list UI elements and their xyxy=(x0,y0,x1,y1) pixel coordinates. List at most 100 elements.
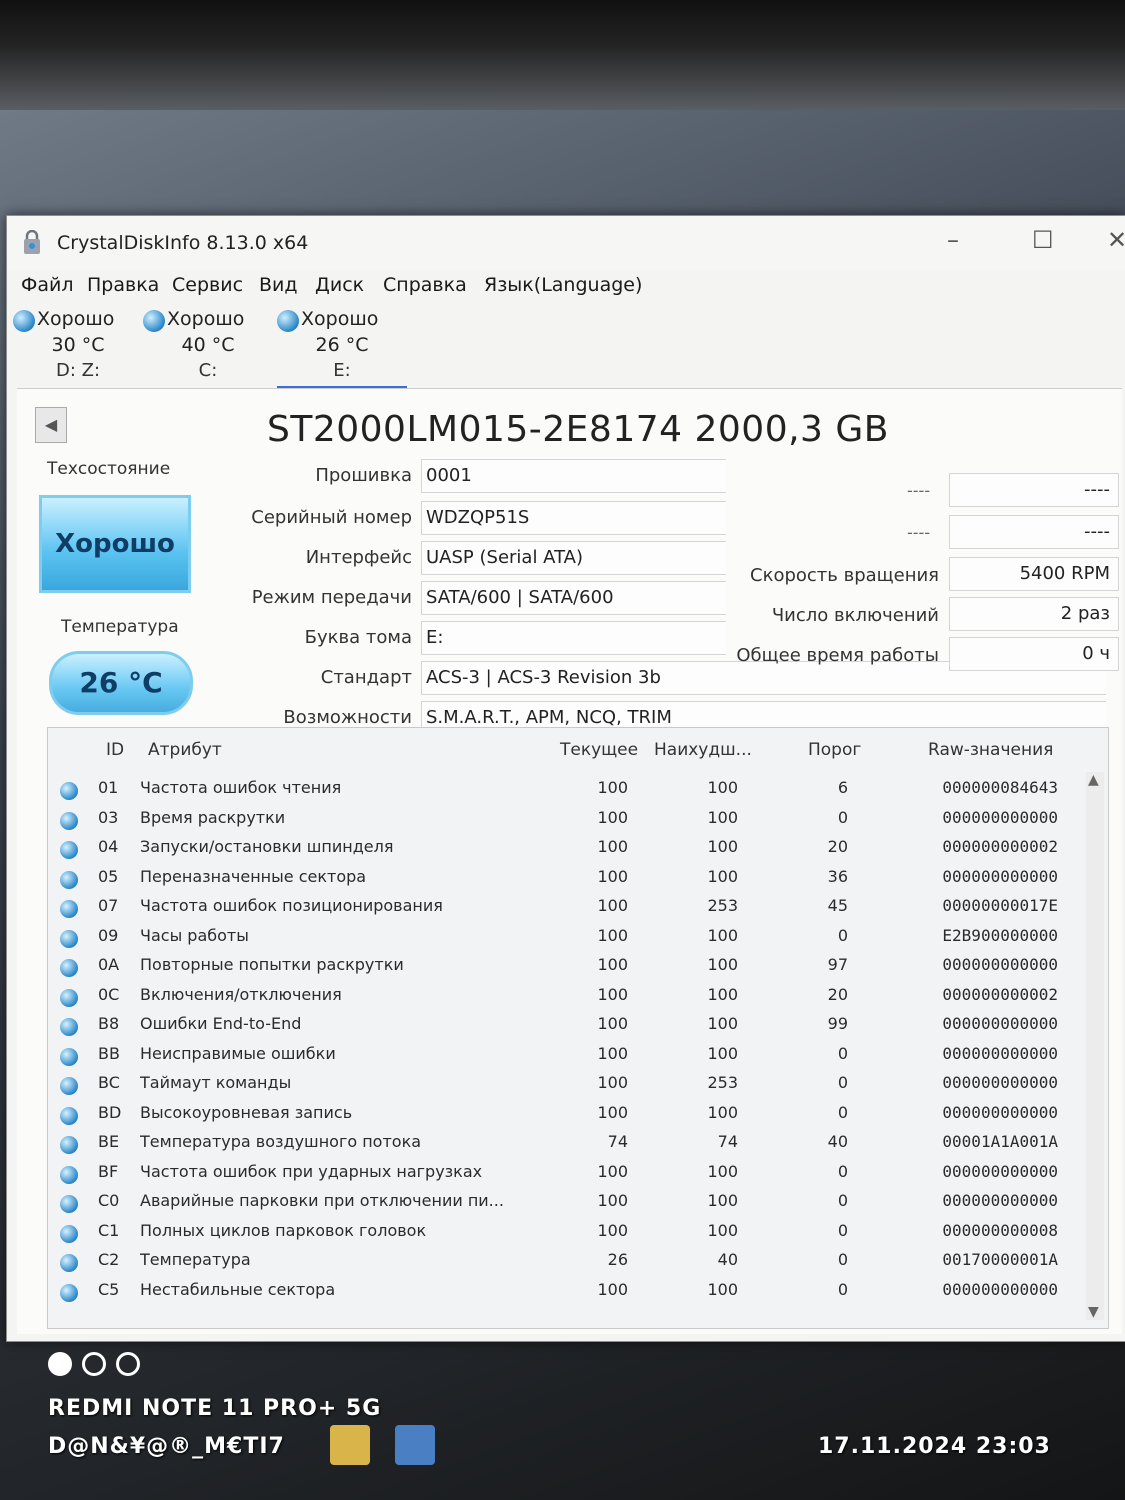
cell-cur: 100 xyxy=(597,955,628,974)
cell-worst: 100 xyxy=(707,1043,738,1063)
drive-temp: 30 °C xyxy=(51,334,105,356)
col-header-id[interactable]: ID xyxy=(106,740,124,760)
cell-attr: Температура xyxy=(140,1250,251,1269)
cell-cur: 100 xyxy=(597,984,628,1004)
drive-tab-c[interactable]: Хорошо 40 °C C: xyxy=(143,306,273,386)
table-row[interactable]: 0A Повторные попытки раскрутки 100 100 97 000… xyxy=(48,955,1108,984)
drive-status: Хорошо xyxy=(37,308,115,330)
cell-worst: 100 xyxy=(707,1014,738,1033)
table-row[interactable]: BF Частота ошибок при ударных нагрузках 10… xyxy=(48,1162,1108,1191)
drive-tab-e[interactable]: Хорошо 26 °C E: xyxy=(277,306,407,389)
table-row[interactable]: 04 Запуски/остановки шпинделя 100 100 20 0000… xyxy=(48,837,1108,866)
menu-service[interactable]: Сервис xyxy=(172,274,243,296)
col-header-threshold[interactable]: Порог xyxy=(808,740,861,760)
table-row[interactable]: C2 Температура 26 40 0 00170000001A xyxy=(48,1250,1108,1279)
cell-raw: 000000000000 xyxy=(942,1279,1058,1299)
serial-label: Серийный номер xyxy=(251,507,412,528)
cell-cur: 100 xyxy=(597,1043,628,1063)
cell-attr: Частота ошибок при ударных нагрузках xyxy=(140,1161,483,1181)
menu-edit[interactable]: Правка xyxy=(87,274,159,296)
table-row[interactable]: 01 Частота ошибок чтения 100 100 6 0000000846… xyxy=(48,778,1108,807)
serial-value: WDZQP51S xyxy=(421,501,726,535)
status-good-icon xyxy=(60,1047,78,1066)
cell-thr: 40 xyxy=(827,1132,848,1151)
table-row[interactable]: BB Неисправимые ошибки 100 100 0 000000000000 xyxy=(48,1044,1108,1073)
col-header-current[interactable]: Текущее xyxy=(560,740,638,760)
col-header-worst[interactable]: Наихудш... xyxy=(654,740,752,760)
minimize-button[interactable]: – xyxy=(947,226,959,254)
close-button[interactable]: ✕ xyxy=(1107,226,1125,254)
cell-raw: 000000000008 xyxy=(942,1220,1058,1240)
table-scrollbar[interactable]: ▲ ▼ xyxy=(1086,772,1104,1320)
cell-thr: 0 xyxy=(837,1161,848,1181)
power-on-hours-label: Общее время работы xyxy=(736,645,939,666)
cell-attr: Переназначенные сектора xyxy=(140,866,367,886)
status-good-icon xyxy=(60,1254,78,1272)
table-row[interactable]: 09 Часы работы 100 100 0 E2B900000000 xyxy=(48,926,1108,955)
drive-temp: 26 °C xyxy=(315,334,369,356)
status-good-icon xyxy=(143,310,165,332)
status-good-icon xyxy=(60,1018,78,1036)
status-good-icon xyxy=(13,310,35,332)
transfer-mode-value: SATA/600 | SATA/600 xyxy=(421,581,726,615)
table-row[interactable]: C1 Полных циклов парковок головок 100 100 0 0… xyxy=(48,1221,1108,1250)
previous-disk-button[interactable]: ◀ xyxy=(35,407,67,443)
table-row[interactable]: 03 Время раскрутки 100 100 0 000000000000 xyxy=(48,808,1108,837)
cell-cur: 100 xyxy=(597,807,628,827)
col-header-attribute[interactable]: Атрибут xyxy=(148,740,222,760)
cell-raw: 000000000000 xyxy=(942,1161,1058,1181)
col-header-raw[interactable]: Raw-значения xyxy=(928,740,1053,760)
table-row[interactable]: C0 Аварийные парковки при отключении пи..… xyxy=(48,1191,1108,1220)
menu-help[interactable]: Справка xyxy=(383,274,467,296)
menu-language[interactable]: Язык(Language) xyxy=(484,274,642,296)
folder-icon[interactable] xyxy=(330,1425,370,1465)
table-row[interactable]: 0C Включения/отключения 100 100 20 0000000000… xyxy=(48,985,1108,1014)
cell-thr: 0 xyxy=(837,1073,848,1092)
drive-status: Хорошо xyxy=(167,308,245,330)
maximize-button[interactable]: ☐ xyxy=(1032,226,1054,254)
right-top-value-2: ---- xyxy=(949,515,1119,549)
table-row[interactable]: BD Высокоуровневая запись 100 100 0 000000000… xyxy=(48,1103,1108,1132)
status-good-icon xyxy=(60,1136,78,1154)
smart-attributes-table[interactable]: ID Атрибут Текущее Наихудш... Порог Raw-… xyxy=(47,727,1109,1329)
drive-tab-dz[interactable]: Хорошо 30 °C D: Z: xyxy=(13,306,143,386)
menu-view[interactable]: Вид xyxy=(259,274,298,296)
cell-raw: 000000000002 xyxy=(942,837,1058,856)
cell-worst: 40 xyxy=(717,1250,738,1269)
table-row[interactable]: 07 Частота ошибок позиционирования 100 253 4… xyxy=(48,896,1108,925)
table-row[interactable]: B8 Ошибки End-to-End 100 100 99 000000000000 xyxy=(48,1014,1108,1043)
cell-worst: 100 xyxy=(707,1279,738,1299)
cell-attr: Повторные попытки раскрутки xyxy=(140,955,404,974)
cell-thr: 0 xyxy=(837,1279,848,1299)
cell-id: C0 xyxy=(98,1191,120,1210)
device-watermark: REDMI NOTE 11 PRO+ 5G xyxy=(48,1396,382,1421)
menu-file[interactable]: Файл xyxy=(21,274,74,296)
table-row[interactable]: 05 Переназначенные сектора 100 100 36 0000000… xyxy=(48,867,1108,896)
cell-id: BC xyxy=(98,1073,120,1092)
cell-cur: 100 xyxy=(597,1279,628,1299)
cell-thr: 36 xyxy=(827,866,848,886)
table-row[interactable]: BE Температура воздушного потока 74 74 40 000… xyxy=(48,1132,1108,1161)
temperature-label: Температура xyxy=(61,617,179,637)
menu-bar: Файл Правка Сервис Вид Диск Справка Язык… xyxy=(7,274,1125,304)
scroll-up-icon[interactable]: ▲ xyxy=(1088,772,1099,788)
menu-disk[interactable]: Диск xyxy=(315,274,364,296)
temperature-value[interactable]: 26 °C xyxy=(49,651,193,715)
cell-worst: 100 xyxy=(707,1220,738,1240)
table-row[interactable]: C5 Нестабильные сектора 100 100 0 00000000000… xyxy=(48,1280,1108,1309)
health-status-button[interactable]: Хорошо xyxy=(39,495,191,593)
cell-thr: 45 xyxy=(827,896,848,915)
firmware-value: 0001 xyxy=(421,459,726,493)
table-row[interactable]: BC Таймаут команды 100 253 0 000000000000 xyxy=(48,1073,1108,1102)
cell-id: 04 xyxy=(98,837,119,856)
scroll-down-icon[interactable]: ▼ xyxy=(1088,1304,1099,1320)
status-good-icon xyxy=(60,782,78,800)
app-taskbar-icon[interactable] xyxy=(395,1425,435,1465)
status-good-icon xyxy=(60,900,78,918)
disk-details-panel: ◀ ST2000LM015-2E8174 2000,3 GB Техсостоя… xyxy=(17,388,1122,1334)
cell-raw: 00170000001A xyxy=(942,1250,1058,1269)
cell-raw: 00001A1A001A xyxy=(942,1132,1058,1151)
cell-worst: 100 xyxy=(707,778,738,797)
cell-worst: 100 xyxy=(707,837,738,856)
status-good-icon xyxy=(60,1106,78,1125)
